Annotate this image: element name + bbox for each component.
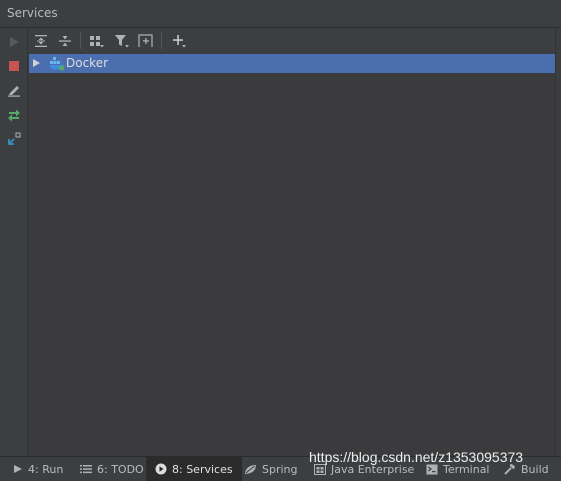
run-icon	[10, 37, 19, 47]
tab-run[interactable]: 4: Run	[9, 457, 67, 481]
spring-icon	[244, 464, 257, 475]
add-service-icon	[173, 35, 186, 48]
deploy-button[interactable]	[5, 106, 23, 124]
run-button[interactable]	[5, 33, 23, 51]
left-toolbar	[0, 28, 28, 456]
edit-button[interactable]	[5, 81, 23, 99]
right-edge-strip	[555, 28, 561, 456]
add-service-button[interactable]	[169, 31, 189, 51]
tab-services[interactable]: 8: Services	[146, 457, 242, 481]
collapse-all-button[interactable]	[55, 31, 75, 51]
services-tool-window: Services Docker 4: Run 6: TODO 8: Servic…	[0, 0, 561, 481]
collapse-all-icon	[59, 36, 71, 46]
stop-button[interactable]	[5, 57, 23, 75]
group-by-icon	[90, 36, 104, 48]
new-tab-button[interactable]	[136, 31, 156, 51]
tab-spring[interactable]: Spring	[240, 457, 302, 481]
services-icon	[155, 463, 167, 475]
restore-layout-icon	[8, 132, 21, 145]
toolbar-separator	[161, 32, 162, 49]
group-by-button[interactable]	[87, 31, 107, 51]
terminal-icon	[426, 464, 438, 475]
run-tool-icon	[13, 464, 23, 474]
top-toolbar	[28, 28, 561, 53]
restore-layout-button[interactable]	[5, 130, 23, 148]
tab-services-label: 8: Services	[172, 462, 233, 476]
new-tab-icon	[138, 34, 153, 47]
expand-arrow-icon[interactable]	[33, 59, 40, 67]
toolbar-separator	[80, 32, 81, 49]
edit-icon	[8, 86, 20, 97]
todo-icon	[80, 464, 92, 474]
java-enterprise-icon	[314, 463, 326, 475]
filter-button[interactable]	[112, 31, 132, 51]
tab-spring-label: Spring	[262, 462, 298, 476]
tab-build-label: Build	[521, 462, 549, 476]
services-tree: Docker	[28, 53, 561, 456]
expand-all-icon	[35, 35, 47, 47]
tree-item-label: Docker	[66, 56, 109, 70]
tree-item-docker[interactable]: Docker	[29, 54, 556, 73]
tab-todo[interactable]: 6: TODO	[76, 457, 148, 481]
expand-all-button[interactable]	[31, 31, 51, 51]
deploy-icon	[8, 109, 20, 122]
filter-icon	[115, 35, 129, 48]
window-title: Services	[7, 6, 58, 20]
tab-run-label: 4: Run	[28, 462, 64, 476]
stop-icon	[9, 61, 19, 71]
docker-icon	[49, 56, 65, 74]
title-bar: Services	[0, 0, 561, 28]
watermark-text: https://blog.csdn.net/z1353095373	[309, 449, 524, 465]
tab-todo-label: 6: TODO	[97, 462, 144, 476]
